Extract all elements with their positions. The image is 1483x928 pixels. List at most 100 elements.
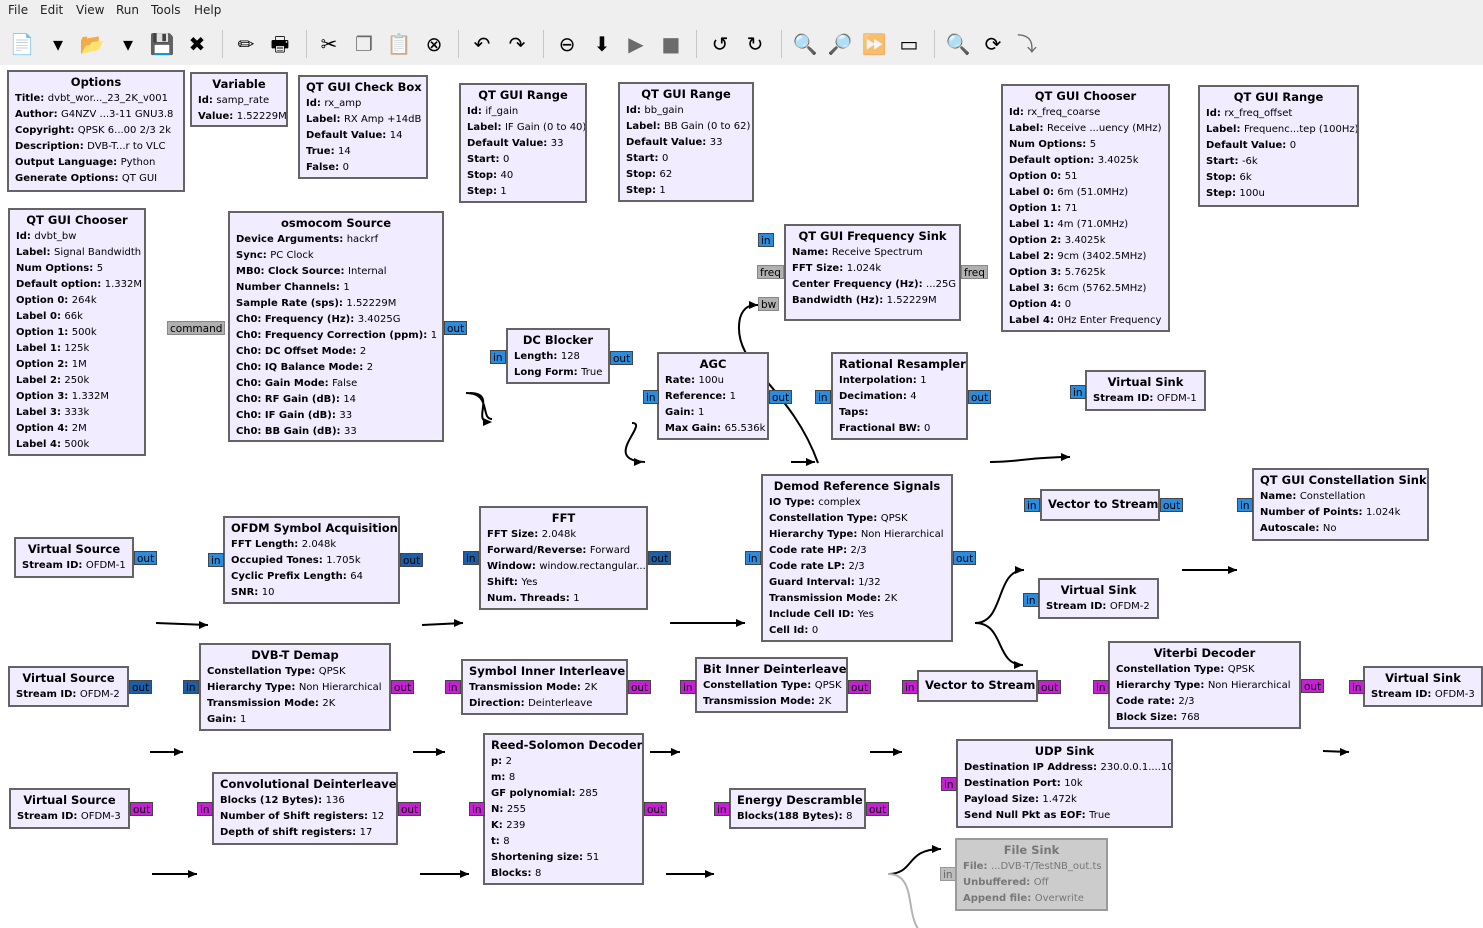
flowgraph-canvas[interactable]: Options Title: dvbt_wor..._23_2K_v001 Auth… <box>0 65 1483 928</box>
block-options[interactable]: Options Title: dvbt_wor..._23_2K_v001 Auth… <box>7 70 185 192</box>
menu-help[interactable]: Help <box>194 3 221 17</box>
delete-icon[interactable]: ⊗ <box>420 30 448 58</box>
port-conv-in[interactable]: in <box>197 802 213 816</box>
block-vec2stream-1[interactable]: Vector to Stream <box>1040 489 1160 521</box>
port-ofdm-in[interactable]: in <box>208 553 224 567</box>
port-v2s2-out[interactable]: out <box>1038 680 1062 694</box>
block-file-sink[interactable]: File Sink File: ...DVB-T/TestNB_out.ts Unb… <box>955 838 1108 911</box>
port-vsrc1-out[interactable]: out <box>134 551 158 565</box>
block-range-bb-gain[interactable]: QT GUI Range Id: bb_gain Label: BB Gain (0… <box>618 82 754 202</box>
block-virtual-sink-2[interactable]: Virtual Sink Stream ID: OFDM-2 <box>1038 578 1159 619</box>
save-icon[interactable]: 💾 <box>148 30 176 58</box>
port-const-in[interactable]: in <box>1237 498 1253 512</box>
port-demod-out[interactable]: out <box>953 551 977 565</box>
copy-icon[interactable]: ❐ <box>350 30 378 58</box>
port-rr-out[interactable]: out <box>968 390 992 404</box>
block-ofdm-acq[interactable]: OFDM Symbol Acquisition FFT Length: 2.048… <box>223 516 400 604</box>
port-fs-in[interactable]: in <box>758 233 774 247</box>
menu-tools[interactable]: Tools <box>151 3 181 17</box>
new-icon[interactable]: 📄 <box>8 30 36 58</box>
port-sym-out[interactable]: out <box>628 680 652 694</box>
block-chooser-rx-freq[interactable]: QT GUI Chooser Id: rx_freq_coarse Label: R… <box>1001 84 1170 332</box>
menu-edit[interactable]: Edit <box>40 3 63 17</box>
block-viterbi[interactable]: Viterbi Decoder Constellation Type: QPSK H… <box>1108 641 1301 729</box>
edit-pencil-icon[interactable]: ✏ <box>232 30 260 58</box>
port-fs-bw-in[interactable]: bw <box>758 297 780 311</box>
stop-icon[interactable]: ■ <box>657 30 685 58</box>
redo-icon[interactable]: ↷ <box>503 30 531 58</box>
port-bit-out[interactable]: out <box>848 680 872 694</box>
block-vec2stream-2[interactable]: Vector to Stream <box>917 670 1038 702</box>
block-freq-sink[interactable]: QT GUI Frequency Sink Name: Receive Spect… <box>784 224 961 321</box>
port-fs-freq-in[interactable]: freq <box>757 265 784 279</box>
connection-wire[interactable] <box>974 622 1024 666</box>
port-vs1-in[interactable]: in <box>1070 385 1086 399</box>
block-demod-ref[interactable]: Demod Reference Signals IO Type: complex C… <box>761 474 953 642</box>
port-demap-in[interactable]: in <box>183 680 199 694</box>
port-vsrc3-out[interactable]: out <box>130 802 154 816</box>
port-file-in[interactable]: in <box>940 867 956 881</box>
block-virtual-sink-3[interactable]: Virtual Sink Stream ID: OFDM-3 <box>1363 666 1483 707</box>
close-icon[interactable]: ✖ <box>183 30 211 58</box>
port-dc-out[interactable]: out <box>610 351 634 365</box>
block-dc-blocker[interactable]: DC Blocker Length: 128 Long Form: True <box>506 328 610 384</box>
block-chooser-bw[interactable]: QT GUI Chooser Id: dvbt_bw Label: Signal B… <box>8 208 146 456</box>
port-rs-out[interactable]: out <box>644 802 668 816</box>
port-conv-out[interactable]: out <box>398 802 422 816</box>
menu-view[interactable]: View <box>76 3 104 17</box>
menu-file[interactable]: File <box>8 3 28 17</box>
block-fft[interactable]: FFT FFT Size: 2.048k Forward/Reverse: Forw… <box>479 506 648 610</box>
block-virtual-source-3[interactable]: Virtual Source Stream ID: OFDM-3 <box>9 788 130 829</box>
block-rs-decoder[interactable]: Reed-Solomon Decoder p: 2 m: 8 GF polynomia… <box>483 733 644 885</box>
port-udp-in[interactable]: in <box>941 777 957 791</box>
block-osmocom-source[interactable]: osmocom Source Device Arguments: hackrf Sy… <box>228 211 444 442</box>
port-demap-out[interactable]: out <box>391 680 415 694</box>
find-block-icon[interactable]: 🔍 <box>791 30 819 58</box>
dropdown-arrow-icon[interactable]: ▾ <box>114 30 142 58</box>
generate-icon[interactable]: ⬇ <box>588 30 616 58</box>
port-rr-in[interactable]: in <box>815 390 831 404</box>
port-demod-in[interactable]: in <box>745 551 761 565</box>
block-rational-resampler[interactable]: Rational Resampler Interpolation: 1 Decima… <box>831 352 968 440</box>
open-icon[interactable]: 📂 <box>78 30 106 58</box>
port-v2s1-in[interactable]: in <box>1024 498 1040 512</box>
block-agc[interactable]: AGC Rate: 100u Reference: 1 Gain: 1 Max Gain… <box>657 352 769 440</box>
block-dvbt-demap[interactable]: DVB-T Demap Constellation Type: QPSK Hiera… <box>199 643 391 731</box>
port-agc-in[interactable]: in <box>643 390 659 404</box>
port-osmo-out[interactable]: out <box>444 321 468 335</box>
search-icon[interactable]: 🔍 <box>944 30 972 58</box>
execute-icon[interactable]: ▶ <box>622 30 650 58</box>
block-bit-deinterleaver[interactable]: Bit Inner Deinterleaver Constellation Typ… <box>695 657 848 713</box>
zoom-icon[interactable]: 🔎 <box>826 30 854 58</box>
screenshot-icon[interactable]: ▭ <box>895 30 923 58</box>
connection-wire[interactable] <box>465 392 493 423</box>
port-fft-out[interactable]: out <box>648 551 672 565</box>
port-fs-freq-out[interactable]: freq <box>961 265 988 279</box>
port-sym-in[interactable]: in <box>445 680 461 694</box>
block-conv-deinterleaver[interactable]: Convolutional Deinterleaver Blocks (12 By… <box>212 772 398 845</box>
dropdown-arrow-icon[interactable]: ▾ <box>44 30 72 58</box>
block-virtual-source-2[interactable]: Virtual Source Stream ID: OFDM-2 <box>8 666 129 707</box>
port-ed-in[interactable]: in <box>714 802 730 816</box>
menu-run[interactable]: Run <box>116 3 139 17</box>
rotate-ccw-icon[interactable]: ↺ <box>706 30 734 58</box>
port-fft-in[interactable]: in <box>463 551 479 565</box>
port-vsrc2-out[interactable]: out <box>129 680 153 694</box>
port-vit-out[interactable]: out <box>1301 679 1325 693</box>
port-vs3-in[interactable]: in <box>1349 680 1365 694</box>
block-virtual-sink-1[interactable]: Virtual Sink Stream ID: OFDM-1 <box>1085 370 1206 411</box>
port-rs-in[interactable]: in <box>469 802 485 816</box>
cut-icon[interactable]: ✂ <box>315 30 343 58</box>
block-variable[interactable]: Variable Id: samp_rate Value: 1.52229M <box>190 72 288 127</box>
block-const-sink[interactable]: QT GUI Constellation Sink Name: Constella… <box>1252 468 1429 541</box>
connection-wire[interactable] <box>887 848 942 875</box>
rotate-cw-icon[interactable]: ↻ <box>741 30 769 58</box>
hier-block-icon[interactable]: ⤵ <box>1013 30 1041 58</box>
port-ofdm-out[interactable]: out <box>400 553 424 567</box>
port-osmo-command[interactable]: command <box>167 321 226 335</box>
connection-wire[interactable] <box>974 569 1025 624</box>
undo-icon[interactable]: ↶ <box>468 30 496 58</box>
port-bit-in[interactable]: in <box>680 680 696 694</box>
connection-wire[interactable] <box>989 456 1071 463</box>
block-check-box[interactable]: QT GUI Check Box Id: rx_amp Label: RX Amp … <box>298 75 428 179</box>
